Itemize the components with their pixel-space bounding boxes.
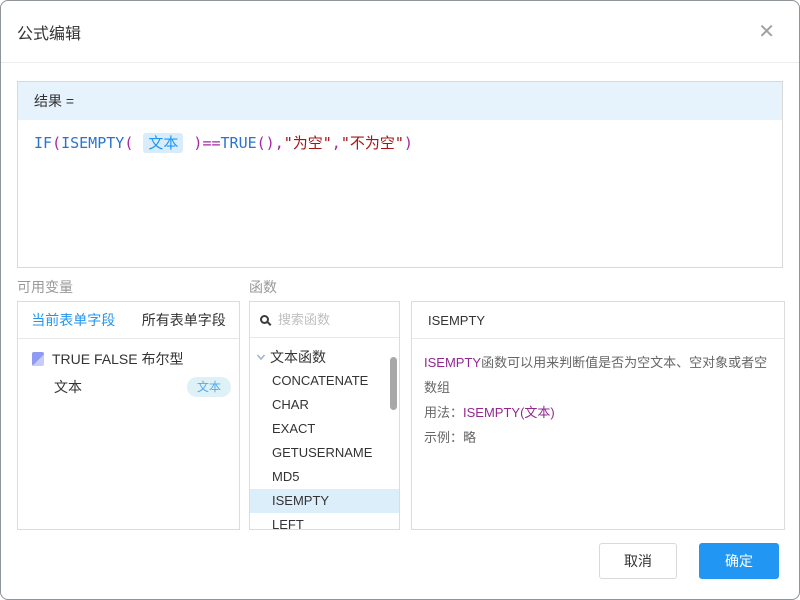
formula-token: ==	[202, 134, 220, 152]
function-list-item[interactable]: EXACT	[250, 417, 399, 441]
formula-token: TRUE	[221, 134, 257, 152]
reference-highlight-text: ISEMPTY(文本)	[463, 405, 555, 420]
variable-item-text[interactable]: 文本 文本	[18, 373, 239, 401]
formula-editor-dialog: 公式编辑 ✕ 结果 = IF(ISEMPTY( 文本 )==TRUE(),"为空…	[0, 0, 800, 600]
formula-token: (	[52, 134, 61, 152]
functions-panel: 文本函数 CONCATENATECHAREXACTGETUSERNAMEMD5I…	[249, 301, 400, 530]
result-label: 结果 =	[18, 82, 782, 120]
function-search-row	[250, 302, 399, 338]
variable-item-label: 文本	[54, 377, 82, 397]
dialog-header: 公式编辑 ✕	[1, 1, 799, 63]
formula-token: ()	[257, 134, 275, 152]
reference-line: ISEMPTY函数可以用来判断值是否为空文本、空对象或者空数组	[424, 350, 772, 400]
variables-panel: 当前表单字段 所有表单字段 TRUE FALSE 布尔型 文本 文本	[17, 301, 240, 530]
reference-text: 用法：	[424, 405, 463, 420]
function-list-item[interactable]: CONCATENATE	[250, 369, 399, 393]
search-icon	[260, 315, 269, 324]
reference-line: 示例：略	[424, 425, 772, 450]
reference-description: ISEMPTY函数可以用来判断值是否为空文本、空对象或者空数组用法：ISEMPT…	[412, 339, 784, 461]
formula-token: "不为空"	[341, 134, 404, 152]
function-list-item[interactable]: CHAR	[250, 393, 399, 417]
reference-title: ISEMPTY	[412, 302, 784, 339]
chevron-down-icon	[256, 352, 266, 362]
variables-tabs: 当前表单字段 所有表单字段	[18, 302, 239, 339]
field-type-badge: 文本	[187, 377, 231, 397]
reference-line: 用法：ISEMPTY(文本)	[424, 400, 772, 425]
functions-section-label: 函数	[249, 277, 277, 297]
variable-item-bool[interactable]: TRUE FALSE 布尔型	[18, 345, 239, 373]
tab-all-form-fields[interactable]: 所有表单字段	[129, 302, 240, 338]
formula-token: (	[124, 134, 142, 152]
formula-token: IF	[34, 134, 52, 152]
formula-field-token[interactable]: 文本	[143, 133, 183, 153]
function-category-text[interactable]: 文本函数	[250, 344, 399, 369]
function-search-input[interactable]	[278, 312, 389, 327]
formula-editor[interactable]: IF(ISEMPTY( 文本 )==TRUE(),"为空","不为空")	[18, 120, 782, 166]
tab-current-form-fields[interactable]: 当前表单字段	[18, 302, 129, 338]
function-list-item[interactable]: LEFT	[250, 513, 399, 530]
cancel-button[interactable]: 取消	[599, 543, 677, 579]
variable-item-label: TRUE FALSE 布尔型	[52, 349, 183, 369]
function-category-label: 文本函数	[270, 347, 326, 367]
formula-token: )	[184, 134, 202, 152]
formula-token: "为空"	[284, 134, 332, 152]
confirm-button[interactable]: 确定	[699, 543, 779, 579]
function-list-item[interactable]: GETUSERNAME	[250, 441, 399, 465]
formula-result-box: 结果 = IF(ISEMPTY( 文本 )==TRUE(),"为空","不为空"…	[17, 81, 783, 268]
function-list: CONCATENATECHAREXACTGETUSERNAMEMD5ISEMPT…	[250, 369, 399, 530]
formula-token: ,	[332, 134, 341, 152]
function-list-item[interactable]: MD5	[250, 465, 399, 489]
formula-token: ,	[275, 134, 284, 152]
dialog-title: 公式编辑	[17, 20, 81, 44]
reference-highlight-text: ISEMPTY	[424, 355, 481, 370]
variables-list: TRUE FALSE 布尔型 文本 文本	[18, 339, 239, 401]
form-field-icon	[32, 352, 44, 366]
variables-section-label: 可用变量	[17, 277, 73, 297]
formula-token: ISEMPTY	[61, 134, 124, 152]
formula-token: )	[404, 134, 413, 152]
function-list-item[interactable]: ISEMPTY	[250, 489, 399, 513]
close-icon[interactable]: ✕	[758, 22, 775, 42]
function-reference-panel: ISEMPTY ISEMPTY函数可以用来判断值是否为空文本、空对象或者空数组用…	[411, 301, 785, 530]
scrollbar-thumb[interactable]	[390, 357, 397, 410]
reference-text: 示例：略	[424, 430, 476, 445]
